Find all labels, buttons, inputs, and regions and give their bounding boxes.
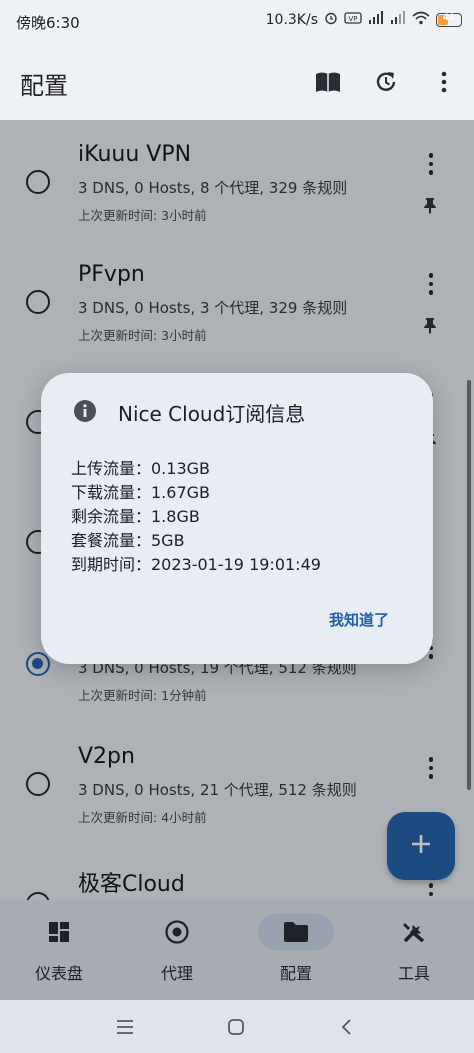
menu-icon[interactable]: [112, 1014, 138, 1040]
svg-text:VP: VP: [348, 15, 357, 23]
battery-icon: 41: [436, 13, 462, 27]
book-icon[interactable]: [312, 66, 344, 98]
system-navigation-bar: [0, 1000, 474, 1053]
signal-icon: [368, 11, 384, 29]
wifi-icon: [412, 11, 430, 29]
battery-level: 41: [442, 13, 456, 23]
status-icons: 10.3K/s VP 41: [266, 11, 462, 29]
status-time: 傍晚6:30: [16, 14, 80, 32]
alarm-icon: [324, 11, 338, 29]
net-speed: 10.3K/s: [265, 12, 318, 28]
status-bar: 傍晚6:30 10.3K/s VP 41: [0, 0, 474, 44]
plan-traffic: 套餐流量：5GB: [71, 531, 185, 550]
dialog-content: 上传流量：0.13GB 下载流量：1.67GB 剩余流量：1.8GB 套餐流量：…: [71, 455, 321, 575]
more-vert-icon[interactable]: [428, 66, 460, 98]
vpn-icon: VP: [344, 11, 362, 29]
upload-traffic: 上传流量：0.13GB: [71, 459, 211, 478]
confirm-button[interactable]: 我知道了: [329, 609, 389, 630]
remaining-traffic: 剩余流量：1.8GB: [71, 507, 200, 526]
download-traffic: 下载流量：1.67GB: [71, 483, 211, 502]
subscription-info-dialog: Nice Cloud订阅信息 上传流量：0.13GB 下载流量：1.67GB 剩…: [41, 373, 433, 664]
page-title: 配置: [20, 72, 68, 100]
update-icon[interactable]: [370, 66, 402, 98]
app-bar: 配置: [0, 44, 474, 120]
back-icon[interactable]: [334, 1014, 360, 1040]
info-icon: [73, 399, 97, 427]
home-icon[interactable]: [223, 1014, 249, 1040]
expiry-time: 到期时间：2023-01-19 19:01:49: [71, 555, 321, 574]
signal-icon-2: [390, 11, 406, 29]
dialog-title: Nice Cloud订阅信息: [118, 402, 306, 426]
